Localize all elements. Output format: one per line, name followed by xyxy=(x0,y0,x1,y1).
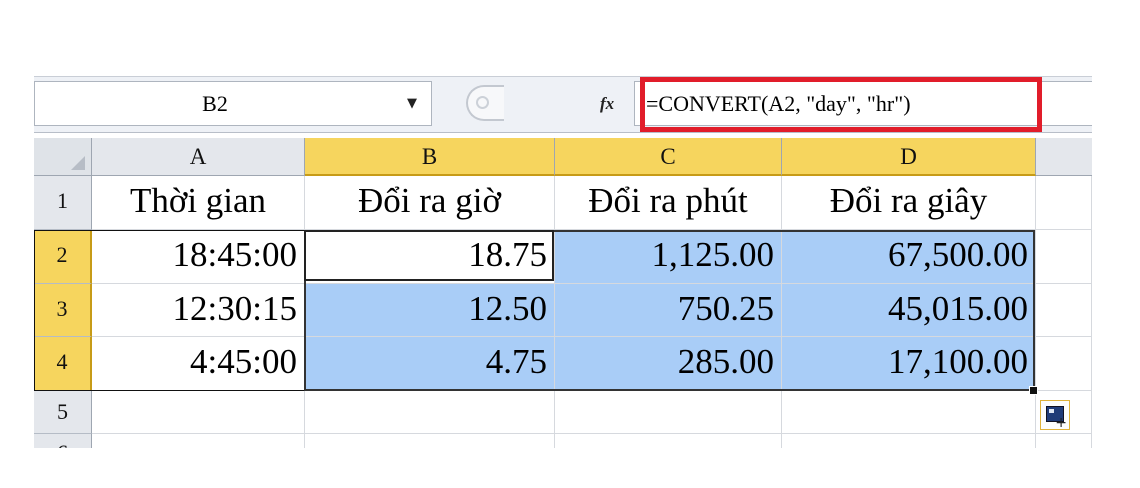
column-header-b[interactable]: B xyxy=(305,138,555,176)
column-header-d[interactable]: D xyxy=(782,138,1036,176)
cell-b6[interactable] xyxy=(305,434,555,448)
cell-a5[interactable] xyxy=(92,391,305,434)
column-header-a[interactable]: A xyxy=(92,138,305,176)
row-header-3[interactable]: 3 xyxy=(34,284,92,337)
cell-c4[interactable]: 285.00 xyxy=(555,337,782,391)
function-icon[interactable]: fx xyxy=(600,77,614,131)
cell-c2[interactable]: 1,125.00 xyxy=(555,230,782,284)
column-header-c[interactable]: C xyxy=(555,138,782,176)
formula-text[interactable]: =CONVERT(A2, "day", "hr") xyxy=(646,77,911,131)
cell-d3[interactable]: 45,015.00 xyxy=(782,284,1036,337)
cell-a2[interactable]: 18:45:00 xyxy=(92,230,305,284)
row-header-6[interactable]: 6 xyxy=(34,434,92,448)
cell-b2[interactable]: 18.75 xyxy=(305,230,555,284)
cell-a6[interactable] xyxy=(92,434,305,448)
plus-icon: + xyxy=(1055,415,1067,431)
name-box[interactable]: B2 ▼ xyxy=(34,81,432,126)
spreadsheet-window: B2 ▼ fx =CONVERT(A2, "day", "hr") A B C … xyxy=(34,76,1092,448)
formula-bar-separator xyxy=(432,81,446,126)
cell-d2[interactable]: 67,500.00 xyxy=(782,230,1036,284)
cell-d6[interactable] xyxy=(782,434,1036,448)
row-header-5[interactable]: 5 xyxy=(34,391,92,434)
cell-a4[interactable]: 4:45:00 xyxy=(92,337,305,391)
formula-bar-resize-handle[interactable] xyxy=(466,85,504,121)
cell-a1[interactable]: Thời gian xyxy=(92,176,305,230)
paste-options-icon[interactable]: + xyxy=(1040,400,1070,431)
cell-d1[interactable]: Đổi ra giây xyxy=(782,176,1036,230)
cell-e1[interactable] xyxy=(1036,176,1092,230)
row-header-4[interactable]: 4 xyxy=(34,337,92,391)
cell-b4[interactable]: 4.75 xyxy=(305,337,555,391)
cell-c1[interactable]: Đổi ra phút xyxy=(555,176,782,230)
cell-e3[interactable] xyxy=(1036,284,1092,337)
cell-e4[interactable] xyxy=(1036,337,1092,391)
name-box-value: B2 xyxy=(202,91,228,116)
cell-e6[interactable] xyxy=(1036,434,1092,448)
cell-d5[interactable] xyxy=(782,391,1036,434)
cell-c6[interactable] xyxy=(555,434,782,448)
chevron-down-icon[interactable]: ▼ xyxy=(407,82,417,125)
fill-handle[interactable] xyxy=(1029,386,1038,395)
cell-b1[interactable]: Đổi ra giờ xyxy=(305,176,555,230)
cell-a3[interactable]: 12:30:15 xyxy=(92,284,305,337)
formula-bar: B2 ▼ fx =CONVERT(A2, "day", "hr") xyxy=(34,76,1092,133)
cell-b3[interactable]: 12.50 xyxy=(305,284,555,337)
cell-b5[interactable] xyxy=(305,391,555,434)
cell-d4[interactable]: 17,100.00 xyxy=(782,337,1036,391)
worksheet-grid: A B C D 1 2 3 4 5 6 Thời gian Đổi ra giờ… xyxy=(34,138,1092,448)
row-header-1[interactable]: 1 xyxy=(34,176,92,230)
cell-c5[interactable] xyxy=(555,391,782,434)
cell-c3[interactable]: 750.25 xyxy=(555,284,782,337)
select-all-button[interactable] xyxy=(34,138,92,176)
column-header-e[interactable] xyxy=(1036,138,1092,176)
row-header-2[interactable]: 2 xyxy=(34,230,92,284)
cell-e2[interactable] xyxy=(1036,230,1092,284)
